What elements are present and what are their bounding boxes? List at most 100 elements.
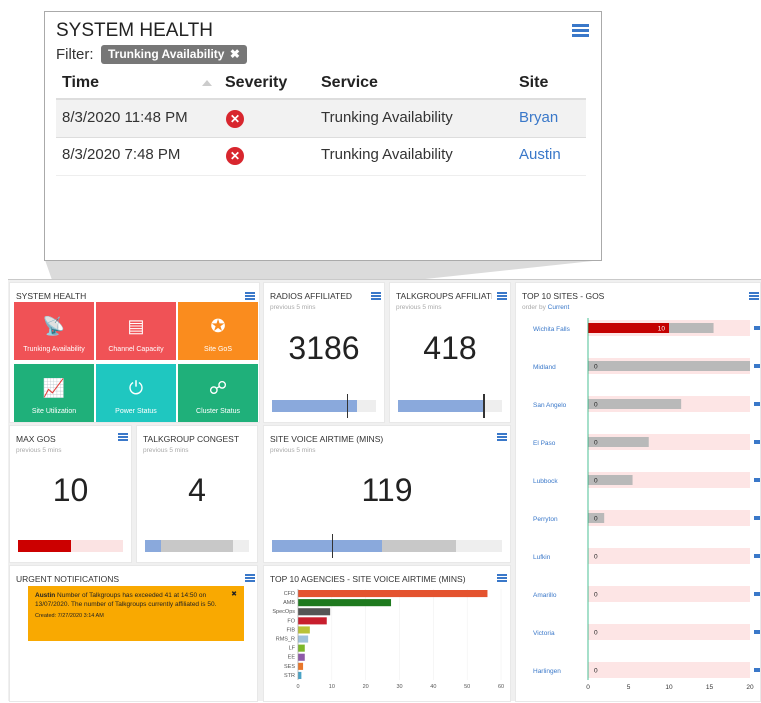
- notification-message: Number of Talkgroups has exceeded 41 at …: [35, 592, 217, 608]
- health-tile[interactable]: 📈 Site Utilization: [14, 364, 94, 422]
- panel-title: TALKGROUPS AFFILIATED: [396, 291, 492, 301]
- category-label: SES: [284, 664, 295, 670]
- voice-airtime-gauge: [272, 534, 502, 558]
- trend-chart-icon: [754, 326, 760, 330]
- col-time[interactable]: Time: [62, 74, 99, 92]
- max-gos-gauge: [18, 540, 123, 552]
- trend-chart-icon: [754, 478, 760, 482]
- site-label-link: Victoria: [533, 630, 555, 637]
- panel-title: TOP 10 SITES - GoS: [522, 291, 605, 301]
- filter-chip[interactable]: Trunking Availability ✖: [101, 45, 247, 64]
- health-tile-label: Site Utilization: [31, 408, 77, 415]
- panel-subtitle: previous 5 mins: [16, 447, 62, 454]
- trend-chart-icon: [754, 554, 760, 558]
- site-label-link: Lubbock: [533, 478, 558, 485]
- x-tick-label: 20: [746, 684, 754, 691]
- row-service: Trunking Availability: [321, 109, 453, 126]
- panel-menu-button[interactable]: [245, 292, 255, 300]
- panel-title: TALKGROUP CONGESTION: [143, 434, 239, 444]
- panel-menu-button[interactable]: [371, 292, 381, 300]
- x-tick-label: 15: [706, 684, 714, 691]
- radios-affiliated-panel: RADIOS AFFILIATED previous 5 mins 3186: [263, 282, 385, 423]
- notification-site: Austin: [35, 592, 56, 599]
- health-tile-label: Power Status: [115, 408, 157, 415]
- trend-chart-icon: [754, 668, 760, 672]
- notification-card[interactable]: Austin Number of Talkgroups has exceeded…: [28, 586, 244, 641]
- category-label: SpecOps: [272, 609, 295, 615]
- talkgroups-affiliated-panel: TALKGROUPS AFFILIATED previous 5 mins 41…: [389, 282, 511, 423]
- row-time: 8/3/2020 11:48 PM: [62, 109, 188, 126]
- site-label-link: El Paso: [533, 440, 556, 447]
- agency-bar: [298, 626, 310, 634]
- agency-bar: [298, 599, 392, 607]
- site-label-link: San Angelo: [533, 402, 567, 409]
- metric-value: 10: [52, 472, 89, 508]
- filter-chip-close-icon[interactable]: ✖: [230, 47, 240, 61]
- bar-value-label: 0: [594, 478, 598, 485]
- table-row[interactable]: 8/3/2020 11:48 PM ✕ Trunking Availabilit…: [56, 100, 586, 138]
- panel-menu-button[interactable]: [497, 292, 507, 300]
- row-site-link[interactable]: Austin: [519, 146, 561, 163]
- category-label: EE: [288, 655, 296, 661]
- col-site[interactable]: Site: [519, 74, 548, 92]
- site-label-link: Lufkin: [533, 554, 551, 561]
- panel-title: RADIOS AFFILIATED: [270, 291, 353, 301]
- agency-bar: [298, 617, 327, 625]
- popup-menu-button[interactable]: [572, 24, 589, 38]
- gauge-fill: [272, 540, 383, 552]
- dashboard: SYSTEM HEALTH 📡 Trunking Availability ▤ Cha…: [8, 279, 761, 702]
- bar-value-label: 0: [594, 364, 598, 371]
- urgent-notifications-panel: URGENT NOTIFICATIONS Austin Number of Ta…: [9, 565, 258, 702]
- bar-value-label: 0: [594, 440, 598, 447]
- category-label: RMS_R: [276, 637, 295, 643]
- gauge-fill: [272, 400, 358, 412]
- category-label: STR: [284, 673, 295, 679]
- bar-value-label: 0: [594, 402, 598, 409]
- sort-asc-icon[interactable]: [202, 80, 212, 86]
- satellite-dish-icon: 📡: [42, 316, 66, 336]
- bar-value-label: 10: [658, 326, 666, 333]
- panel-title: SITE VOICE AIRTIME (MINS): [270, 434, 384, 444]
- x-tick-label: 10: [329, 684, 335, 690]
- panel-menu-button[interactable]: [245, 574, 255, 582]
- panel-menu-button[interactable]: [118, 433, 128, 441]
- x-tick-label: 40: [430, 684, 436, 690]
- health-tile[interactable]: ▤ Channel Capacity: [96, 302, 176, 360]
- top-sites-chart: Wichita Falls 10 Midland 0 San Angelo 0 El Pas…: [533, 318, 760, 691]
- health-tile[interactable]: ⏻ Power Status: [96, 364, 176, 422]
- row-site-link[interactable]: Bryan: [519, 109, 558, 126]
- notification-close-icon[interactable]: ✖: [231, 591, 237, 600]
- row-background: [588, 510, 750, 526]
- system-health-popup: SYSTEM HEALTH Filter: Trunking Availabil…: [44, 11, 602, 261]
- bar-value-label: 0: [594, 592, 598, 599]
- panel-menu-button[interactable]: [749, 292, 759, 300]
- popup-table: Time Severity Service Site 8/3/2020 11:4…: [56, 70, 586, 176]
- trend-chart-icon: [754, 592, 760, 596]
- table-row[interactable]: 8/3/2020 7:48 PM ✕ Trunking Availability…: [56, 138, 586, 176]
- site-voice-airtime-panel: SITE VOICE AIRTIME (MINS) previous 5 min…: [263, 425, 511, 563]
- row-background: [588, 624, 750, 640]
- row-background: [588, 662, 750, 678]
- error-severity-icon: ✕: [226, 110, 244, 128]
- agency-bar: [298, 608, 331, 616]
- trend-chart-icon: [754, 364, 760, 368]
- agency-bar: [298, 653, 305, 661]
- x-tick-label: 60: [498, 684, 504, 690]
- panel-menu-button[interactable]: [497, 574, 507, 582]
- agency-bar: [298, 590, 488, 598]
- panel-menu-button[interactable]: [497, 433, 507, 441]
- top-sites-panel: TOP 10 SITES - GoS order by Current Wich…: [515, 282, 761, 702]
- x-tick-label: 20: [363, 684, 369, 690]
- site-label-link: Amarillo: [533, 592, 557, 599]
- health-tile[interactable]: 📡 Trunking Availability: [14, 302, 94, 360]
- col-severity[interactable]: Severity: [225, 74, 287, 92]
- agency-bar: [298, 671, 302, 679]
- gauge-marker: [483, 394, 485, 418]
- health-tile[interactable]: ☍ Cluster Status: [178, 364, 258, 422]
- table-header: Time Severity Service Site: [56, 70, 586, 100]
- col-service[interactable]: Service: [321, 74, 378, 92]
- x-tick-label: 0: [296, 684, 299, 690]
- server-rack-icon: ▤: [127, 316, 145, 336]
- health-tile[interactable]: ✪ Site GoS: [178, 302, 258, 360]
- previous-bar: [588, 361, 750, 371]
